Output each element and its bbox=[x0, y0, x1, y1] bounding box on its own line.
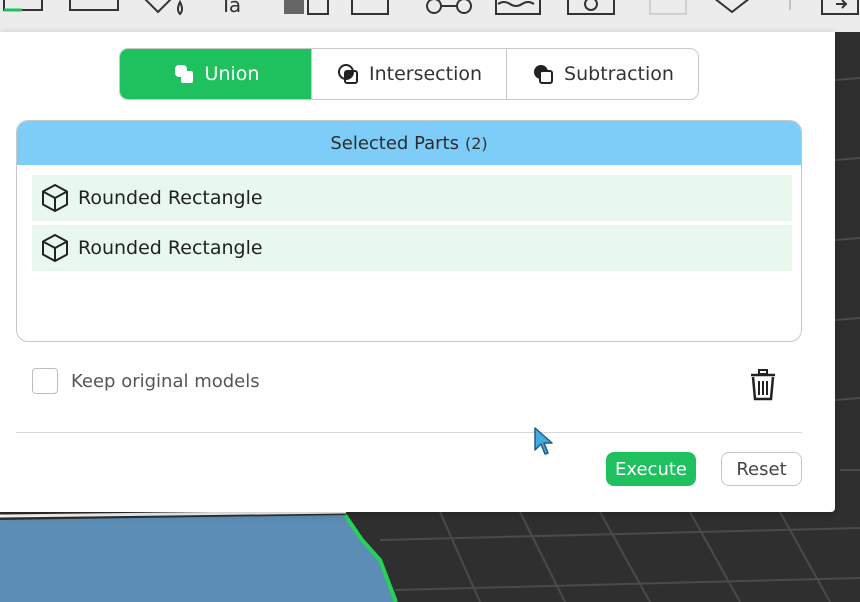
cube-icon bbox=[32, 182, 78, 214]
execute-button[interactable]: Execute bbox=[606, 452, 696, 486]
list-item[interactable]: Rounded Rectangle bbox=[32, 225, 792, 271]
selected-parts-count: (2) bbox=[465, 133, 488, 153]
svg-text:Ta: Ta bbox=[219, 0, 241, 17]
top-toolbar: Ta bbox=[0, 0, 860, 32]
list-item[interactable]: Rounded Rectangle bbox=[32, 175, 792, 221]
selected-parts-title: Selected Parts bbox=[330, 132, 459, 154]
keep-original-option[interactable]: Keep original models bbox=[32, 368, 260, 394]
tab-intersection[interactable]: Intersection bbox=[312, 49, 507, 99]
keep-original-label: Keep original models bbox=[71, 370, 260, 392]
tab-intersection-label: Intersection bbox=[368, 63, 483, 85]
selected-parts-header: Selected Parts (2) bbox=[17, 121, 801, 165]
toolbar-shape-icon[interactable] bbox=[350, 0, 406, 18]
tab-union[interactable]: Union bbox=[120, 49, 312, 99]
toolbar-wave-icon[interactable] bbox=[494, 0, 550, 18]
boolean-operations-panel: Union Intersection Subtraction Selected … bbox=[0, 32, 835, 512]
cube-icon bbox=[32, 232, 78, 264]
toolbar-box-icon[interactable] bbox=[0, 0, 46, 18]
toolbar-separator bbox=[782, 0, 798, 18]
toolbar-export-icon[interactable] bbox=[816, 0, 860, 18]
toolbar-drop-icon[interactable] bbox=[140, 0, 196, 18]
operation-selector: Union Intersection Subtraction bbox=[119, 48, 699, 100]
toolbar-link-icon[interactable] bbox=[422, 0, 478, 18]
toolbar-camera-icon[interactable] bbox=[566, 0, 618, 18]
tab-subtraction[interactable]: Subtraction bbox=[507, 49, 698, 99]
reset-button[interactable]: Reset bbox=[721, 452, 802, 486]
tab-union-label: Union bbox=[204, 63, 260, 85]
trash-icon[interactable] bbox=[748, 368, 778, 402]
mouse-cursor-icon bbox=[533, 426, 555, 458]
toolbar-pattern-icon[interactable] bbox=[282, 0, 334, 18]
selected-parts-list: Selected Parts (2) Rounded Rectangle Rou… bbox=[16, 120, 802, 342]
subtraction-icon bbox=[531, 62, 555, 86]
part-label: Rounded Rectangle bbox=[78, 187, 263, 209]
tab-subtraction-label: Subtraction bbox=[564, 63, 674, 85]
intersection-icon bbox=[336, 62, 360, 86]
toolbar-text-icon[interactable]: Ta bbox=[218, 0, 264, 18]
divider bbox=[16, 432, 802, 433]
union-icon bbox=[172, 62, 196, 86]
toolbar-diamond-icon[interactable] bbox=[708, 0, 758, 18]
keep-original-checkbox[interactable] bbox=[32, 368, 58, 394]
part-label: Rounded Rectangle bbox=[78, 237, 263, 259]
toolbar-disabled-icon[interactable] bbox=[646, 0, 692, 18]
toolbar-plane-icon[interactable] bbox=[68, 0, 120, 18]
